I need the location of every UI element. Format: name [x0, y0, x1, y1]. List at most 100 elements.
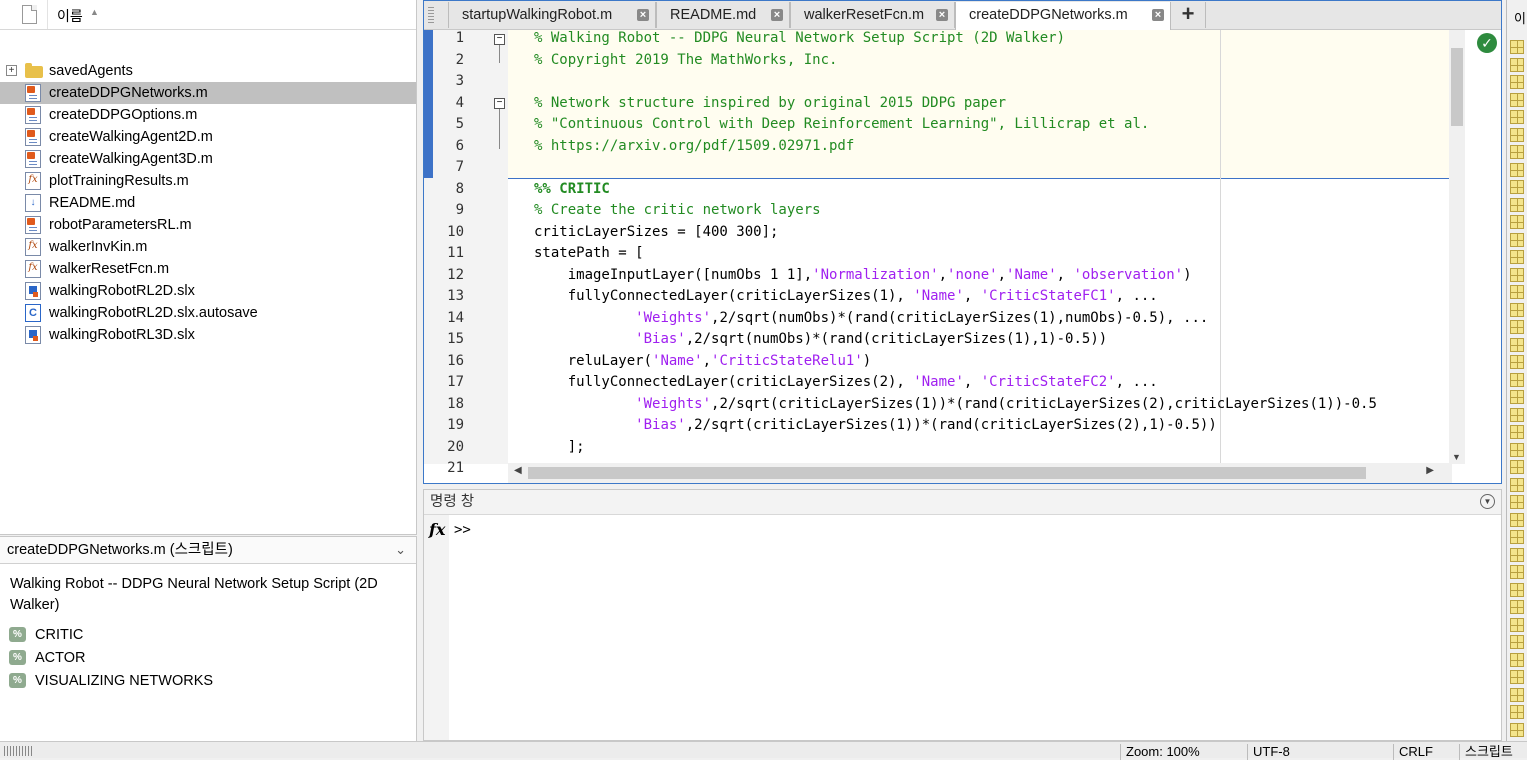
variable-grid-icon[interactable]	[1510, 267, 1524, 282]
close-tab-icon[interactable]: ×	[1152, 9, 1164, 21]
variable-grid-icon[interactable]	[1510, 652, 1524, 667]
command-window[interactable]: 명령 창 ▼ fx >>	[423, 489, 1502, 741]
file-row[interactable]: fx walkerInvKin.m	[0, 236, 416, 258]
panel-menu-icon[interactable]: ▼	[1480, 494, 1495, 509]
variable-grid-icon[interactable]	[1510, 92, 1524, 107]
file-row[interactable]: createDDPGNetworks.m	[0, 82, 416, 104]
variable-grid-icon[interactable]	[1510, 407, 1524, 422]
editor-tab[interactable]: walkerResetFcn.m ×	[790, 2, 955, 28]
variable-grid-icon[interactable]	[1510, 127, 1524, 142]
file-row[interactable]: fx walkerResetFcn.m	[0, 258, 416, 280]
file-row[interactable]: + savedAgents	[0, 60, 416, 82]
file-row[interactable]: walkingRobotRL2D.slx	[0, 280, 416, 302]
chevron-down-icon[interactable]: ⌄	[395, 537, 406, 563]
function-browser-icon[interactable]: fx	[429, 520, 445, 539]
scrollbar-thumb[interactable]	[1451, 48, 1463, 126]
variable-grid-icon[interactable]	[1510, 40, 1524, 54]
variable-grid-icon[interactable]	[1510, 547, 1524, 562]
code-line[interactable]: % https://arxiv.org/pdf/1509.02971.pdf	[534, 136, 854, 158]
details-title-bar[interactable]: createDDPGNetworks.m (스크립트) ⌄	[0, 537, 416, 564]
line-ending-indicator[interactable]: CRLF	[1393, 744, 1457, 760]
variable-grid-icon[interactable]	[1510, 372, 1524, 387]
variable-grid-icon[interactable]	[1510, 197, 1524, 212]
variable-grid-icon[interactable]	[1510, 722, 1524, 737]
code-line[interactable]: ];	[534, 437, 585, 459]
variable-grid-icon[interactable]	[1510, 110, 1524, 124]
code-line[interactable]: reluLayer('Name','CriticStateRelu1')	[534, 351, 871, 373]
variable-grid-icon[interactable]	[1510, 600, 1524, 614]
variable-grid-icon[interactable]	[1510, 180, 1524, 194]
name-column-header[interactable]: 이름	[57, 6, 83, 26]
code-analyzer-ok-icon[interactable]: ✓	[1477, 33, 1497, 53]
expand-plus-icon[interactable]: +	[6, 65, 17, 76]
variable-grid-icon[interactable]	[1510, 302, 1524, 317]
variable-grid-icon[interactable]	[1510, 460, 1524, 474]
fold-toggle-icon[interactable]: −	[494, 98, 505, 109]
file-row[interactable]: CwalkingRobotRL2D.slx.autosave	[0, 302, 416, 324]
variable-grid-icon[interactable]	[1510, 425, 1524, 439]
resize-grip-icon[interactable]	[4, 746, 34, 756]
code-line[interactable]: statePath = [	[534, 243, 644, 265]
code-line[interactable]: % Create the critic network layers	[534, 200, 821, 222]
variable-grid-icon[interactable]	[1510, 57, 1524, 72]
variable-grid-icon[interactable]	[1510, 145, 1524, 159]
file-row[interactable]: fx plotTrainingResults.m	[0, 170, 416, 192]
workspace-column-header[interactable]: 이	[1514, 8, 1526, 27]
horizontal-scrollbar[interactable]: ◀ ▶	[508, 463, 1452, 483]
file-row[interactable]: createDDPGOptions.m	[0, 104, 416, 126]
code-line[interactable]: imageInputLayer([numObs 1 1],'Normalizat…	[534, 265, 1192, 287]
variable-grid-icon[interactable]	[1510, 670, 1524, 684]
scroll-left-arrow-icon[interactable]: ◀	[514, 465, 522, 476]
file-row[interactable]: createWalkingAgent3D.m	[0, 148, 416, 170]
file-row[interactable]: ↓ README.md	[0, 192, 416, 214]
variable-grid-icon[interactable]	[1510, 320, 1524, 334]
code-line[interactable]: 'Bias',2/sqrt(criticLayerSizes(1))*(rand…	[534, 415, 1217, 437]
scroll-right-arrow-icon[interactable]: ▶	[1426, 465, 1434, 476]
close-tab-icon[interactable]: ×	[936, 9, 948, 21]
close-tab-icon[interactable]: ×	[771, 9, 783, 21]
variable-grid-icon[interactable]	[1510, 355, 1524, 369]
drag-grip-icon[interactable]	[428, 7, 434, 23]
code-line[interactable]: fullyConnectedLayer(criticLayerSizes(2),…	[534, 372, 1158, 394]
scrollbar-thumb[interactable]	[528, 467, 1366, 479]
file-type-indicator[interactable]: 스크립트	[1459, 744, 1527, 760]
code-line[interactable]: % Walking Robot -- DDPG Neural Network S…	[534, 30, 1065, 50]
file-row[interactable]: walkingRobotRL3D.slx	[0, 324, 416, 346]
variable-grid-icon[interactable]	[1510, 477, 1524, 492]
variable-grid-icon[interactable]	[1510, 337, 1524, 352]
section-link[interactable]: % CRITIC	[0, 624, 416, 647]
code-line[interactable]: criticLayerSizes = [400 300];	[534, 222, 778, 244]
variable-grid-icon[interactable]	[1510, 582, 1524, 597]
editor-tab[interactable]: startupWalkingRobot.m ×	[448, 2, 656, 28]
variable-grid-icon[interactable]	[1510, 232, 1524, 247]
code-line[interactable]: % Copyright 2019 The MathWorks, Inc.	[534, 50, 837, 72]
variable-grid-icon[interactable]	[1510, 635, 1524, 649]
variable-grid-icon[interactable]	[1510, 162, 1524, 177]
code-line[interactable]: % Network structure inspired by original…	[534, 93, 1006, 115]
variable-grid-icon[interactable]	[1510, 530, 1524, 544]
editor-tab[interactable]: createDDPGNetworks.m ×	[955, 2, 1171, 30]
code-text-area[interactable]: % Walking Robot -- DDPG Neural Network S…	[508, 30, 1452, 464]
variable-grid-icon[interactable]	[1510, 495, 1524, 509]
variable-grid-icon[interactable]	[1510, 215, 1524, 229]
code-line[interactable]: 'Bias',2/sqrt(numObs)*(rand(criticLayerS…	[534, 329, 1107, 351]
vertical-scrollbar[interactable]: ▼	[1449, 30, 1465, 464]
scroll-down-arrow-icon[interactable]: ▼	[1452, 452, 1461, 462]
variable-grid-icon[interactable]	[1510, 250, 1524, 264]
encoding-indicator[interactable]: UTF-8	[1247, 744, 1391, 760]
code-line[interactable]: 'Weights',2/sqrt(numObs)*(rand(criticLay…	[534, 308, 1208, 330]
variable-grid-icon[interactable]	[1510, 285, 1524, 299]
section-link[interactable]: % VISUALIZING NETWORKS	[0, 670, 416, 693]
fold-toggle-icon[interactable]: −	[494, 34, 505, 45]
variable-grid-icon[interactable]	[1510, 75, 1524, 89]
variable-grid-icon[interactable]	[1510, 687, 1524, 702]
variable-grid-icon[interactable]	[1510, 390, 1524, 404]
code-line[interactable]: %% CRITIC	[534, 179, 610, 201]
variable-grid-icon[interactable]	[1510, 617, 1524, 632]
zoom-level[interactable]: Zoom: 100%	[1120, 744, 1244, 760]
close-tab-icon[interactable]: ×	[637, 9, 649, 21]
command-prompt[interactable]: >>	[454, 522, 471, 538]
variable-grid-icon[interactable]	[1510, 442, 1524, 457]
editor-tab[interactable]: README.md ×	[656, 2, 790, 28]
variable-grid-icon[interactable]	[1510, 565, 1524, 579]
